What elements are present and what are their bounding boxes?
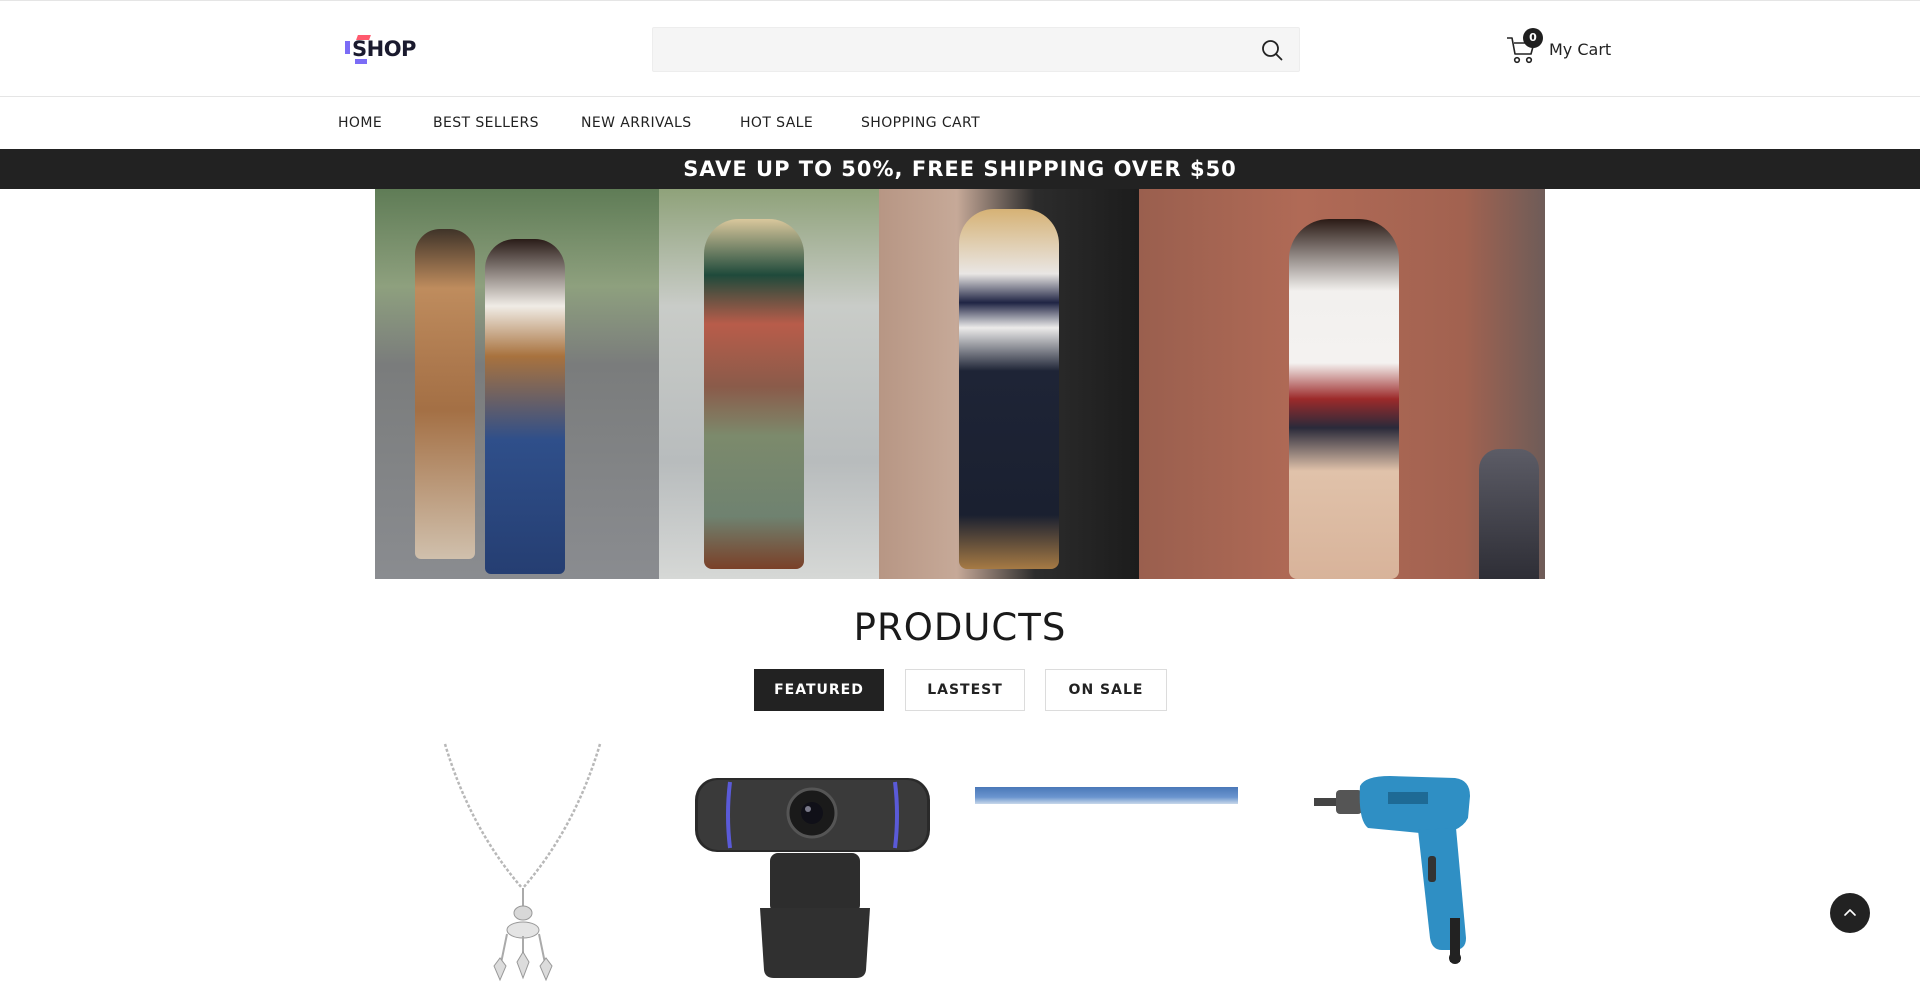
site-header: SHOP 0 My Cart bbox=[0, 0, 1920, 97]
webcam-image bbox=[695, 778, 930, 978]
nav-item-home[interactable]: HOME bbox=[338, 115, 382, 131]
chevron-up-icon bbox=[1844, 909, 1856, 916]
nav-item-best-sellers[interactable]: BEST SELLERS bbox=[433, 115, 539, 131]
search-bar bbox=[652, 27, 1300, 72]
tab-lastest[interactable]: LASTEST bbox=[905, 669, 1025, 711]
shop-logo[interactable]: SHOP bbox=[343, 33, 423, 67]
product-card-webcam[interactable] bbox=[690, 738, 935, 993]
products-title: PRODUCTS bbox=[853, 606, 1067, 649]
cart-label: My Cart bbox=[1549, 40, 1612, 59]
hero-panel-plaid-skirt bbox=[1139, 189, 1545, 579]
product-card-necklace[interactable] bbox=[440, 738, 605, 993]
nav-item-shopping-cart[interactable]: SHOPPING CART bbox=[861, 115, 980, 131]
nav-item-hot-sale[interactable]: HOT SALE bbox=[740, 115, 813, 131]
logo-mark-icon bbox=[345, 41, 350, 54]
promo-banner: SAVE UP TO 50%, FREE SHIPPING OVER $50 bbox=[0, 149, 1920, 189]
hero-panel-scarf-look bbox=[659, 189, 879, 579]
tab-on-sale[interactable]: ON SALE bbox=[1045, 669, 1167, 711]
drill-image bbox=[1314, 776, 1470, 964]
product-tabs: FEATURED LASTEST ON SALE bbox=[0, 669, 1920, 711]
hero-panel-street-duo bbox=[375, 189, 659, 579]
hero-banner-image[interactable] bbox=[375, 189, 1545, 579]
main-nav: HOME BEST SELLERS NEW ARRIVALS HOT SALE … bbox=[0, 97, 1920, 149]
necklace-image bbox=[443, 743, 602, 982]
cart-button[interactable]: 0 My Cart bbox=[1506, 28, 1611, 67]
logo-text: SHOP bbox=[352, 37, 416, 61]
tab-featured[interactable]: FEATURED bbox=[754, 669, 884, 711]
product-card-drill[interactable] bbox=[1310, 738, 1520, 993]
product-card-banner-image[interactable] bbox=[975, 738, 1238, 993]
hero-panel-striped-top bbox=[879, 189, 1139, 579]
product-image-strip bbox=[975, 787, 1238, 804]
cart-count-badge: 0 bbox=[1523, 28, 1543, 48]
back-to-top-button[interactable] bbox=[1830, 893, 1870, 933]
search-icon[interactable] bbox=[1261, 39, 1283, 61]
search-input[interactable] bbox=[653, 28, 1243, 71]
nav-item-new-arrivals[interactable]: NEW ARRIVALS bbox=[581, 115, 692, 131]
